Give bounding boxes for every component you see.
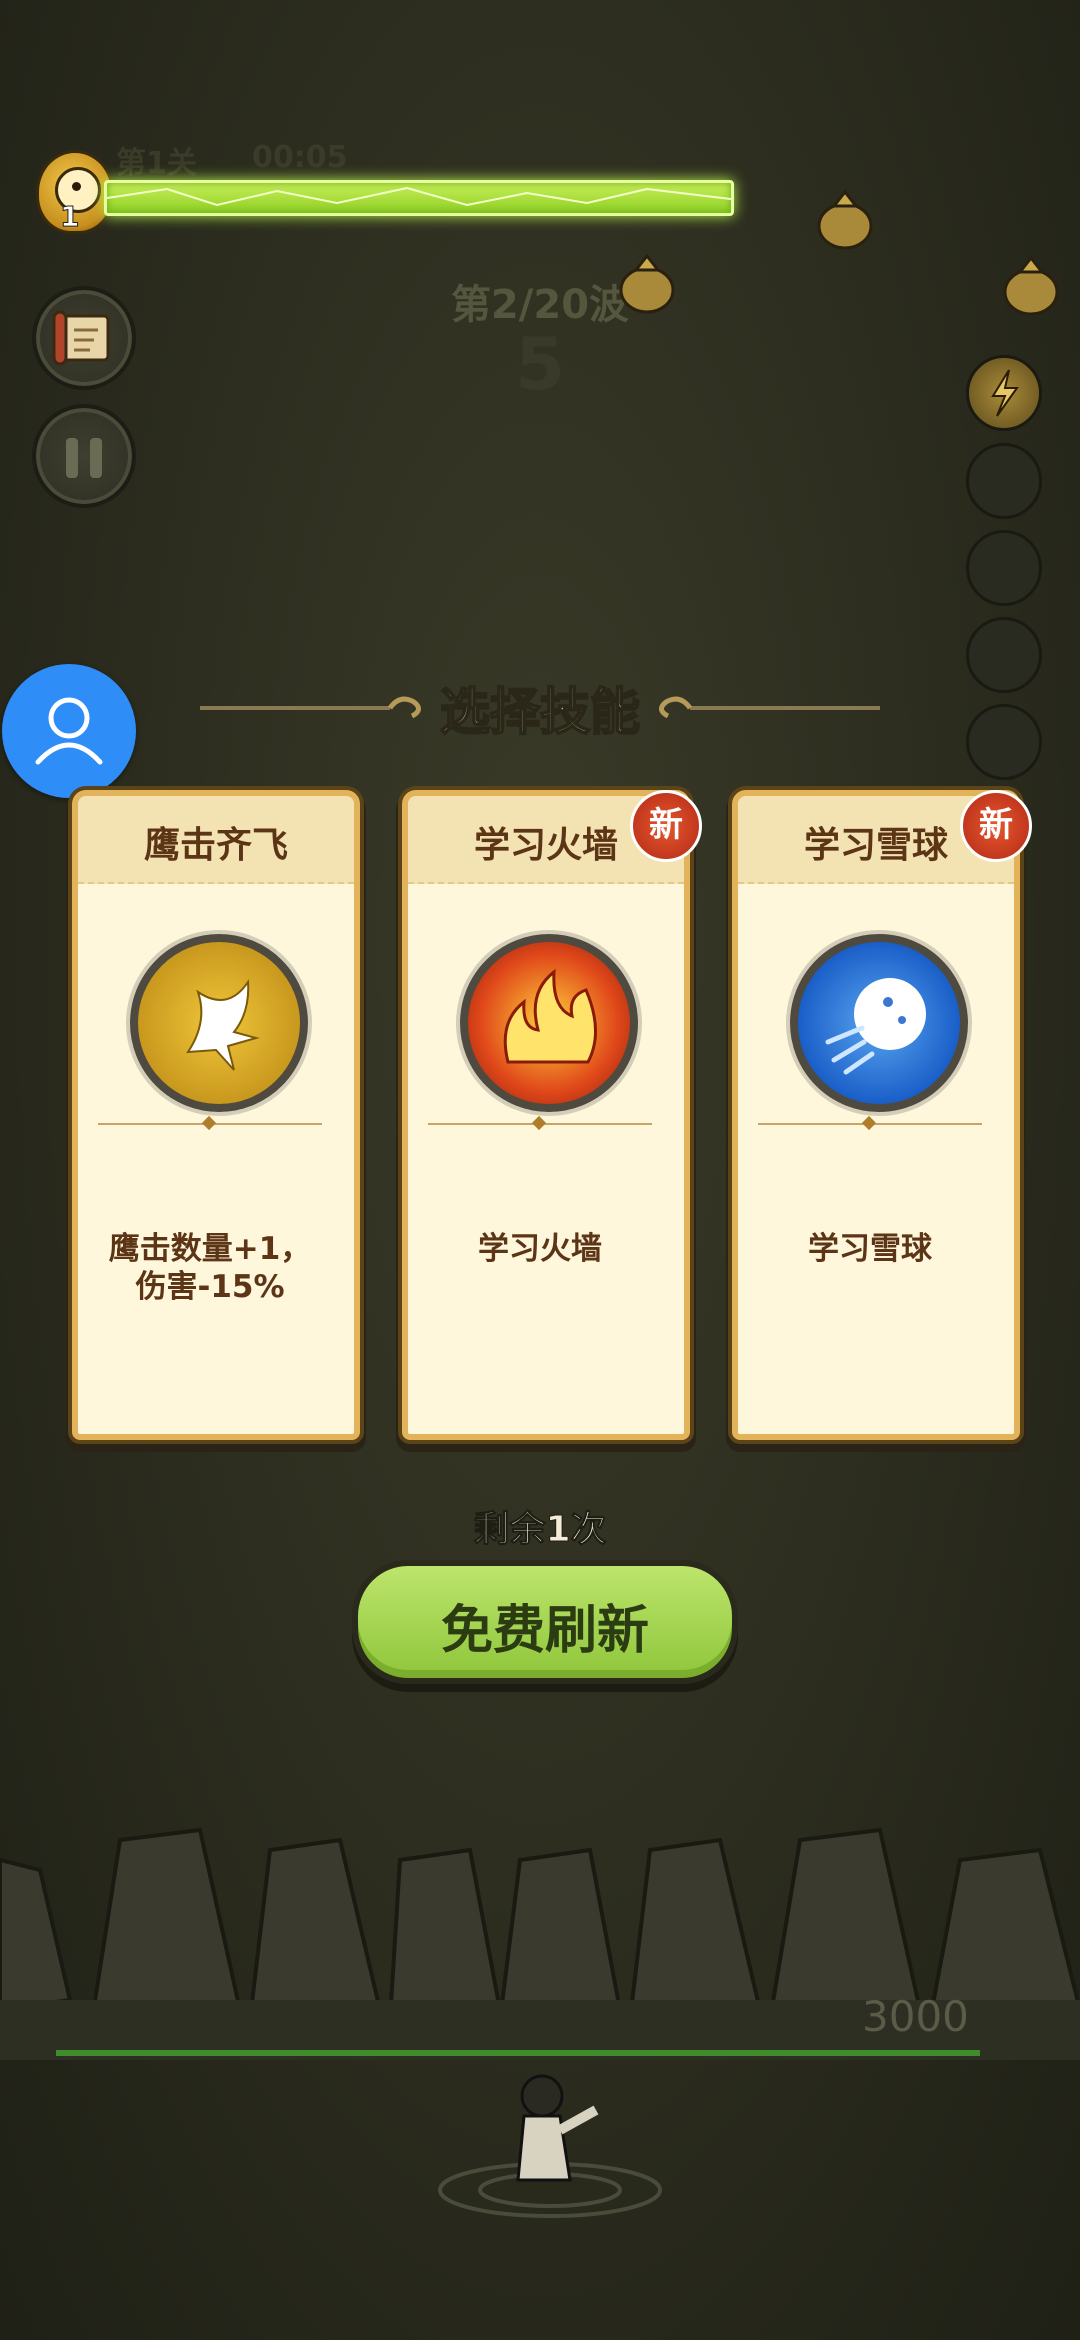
scroll-icon bbox=[52, 310, 110, 366]
divider-ornament bbox=[531, 1115, 547, 1131]
card-title: 鹰击齐飞 bbox=[143, 825, 288, 866]
stage-label: 第1关 bbox=[116, 146, 197, 181]
card-description: 鹰击数量+1， 伤害-15% bbox=[108, 1231, 312, 1305]
enemy-bird-icon bbox=[619, 253, 675, 314]
timer: 00:05 bbox=[252, 140, 348, 175]
pause-icon bbox=[90, 438, 102, 478]
new-badge: 新 bbox=[630, 790, 702, 862]
card-description: 学习火墙 bbox=[478, 1231, 602, 1267]
lightning-skill-icon bbox=[991, 369, 1019, 417]
player-level: 1 bbox=[59, 200, 80, 234]
divider-ornament bbox=[861, 1115, 877, 1131]
new-badge: 新 bbox=[960, 790, 1032, 862]
enemy-bird-icon bbox=[1003, 255, 1059, 316]
enemy-bird-icon bbox=[817, 189, 873, 250]
pause-button[interactable] bbox=[32, 404, 136, 508]
wall-hp-bar bbox=[56, 2050, 980, 2056]
skill-card-1[interactable]: 鹰击齐飞 鹰击数量+1， 伤害-15% bbox=[72, 790, 360, 1440]
card-description: 学习雪球 bbox=[808, 1231, 932, 1267]
fire-icon bbox=[460, 934, 638, 1112]
skill-slot-1[interactable] bbox=[966, 355, 1042, 431]
lightning-effect bbox=[107, 186, 731, 207]
snowball-icon bbox=[790, 934, 968, 1112]
xp-progress-bar bbox=[104, 180, 734, 216]
panel-title: 选择技能 bbox=[439, 682, 641, 742]
divider-ornament bbox=[201, 1115, 217, 1131]
skill-card-3[interactable]: 学习雪球 学习雪球 bbox=[732, 790, 1020, 1440]
skill-slot-2[interactable] bbox=[966, 443, 1042, 519]
eagle-icon bbox=[130, 934, 308, 1112]
skill-slot-3[interactable] bbox=[966, 530, 1042, 606]
skill-card-2[interactable]: 学习火墙 学习火墙 bbox=[402, 790, 690, 1440]
skill-scroll-button[interactable] bbox=[32, 286, 136, 390]
wave-countdown: 5 bbox=[514, 322, 566, 406]
refresh-remaining-label: 剩余1次 bbox=[473, 1509, 607, 1551]
hero-character bbox=[438, 2074, 662, 2218]
refresh-button-label: 免费刷新 bbox=[440, 1601, 649, 1661]
pause-icon bbox=[66, 438, 78, 478]
wall-hp: 3000 bbox=[862, 1992, 969, 2041]
